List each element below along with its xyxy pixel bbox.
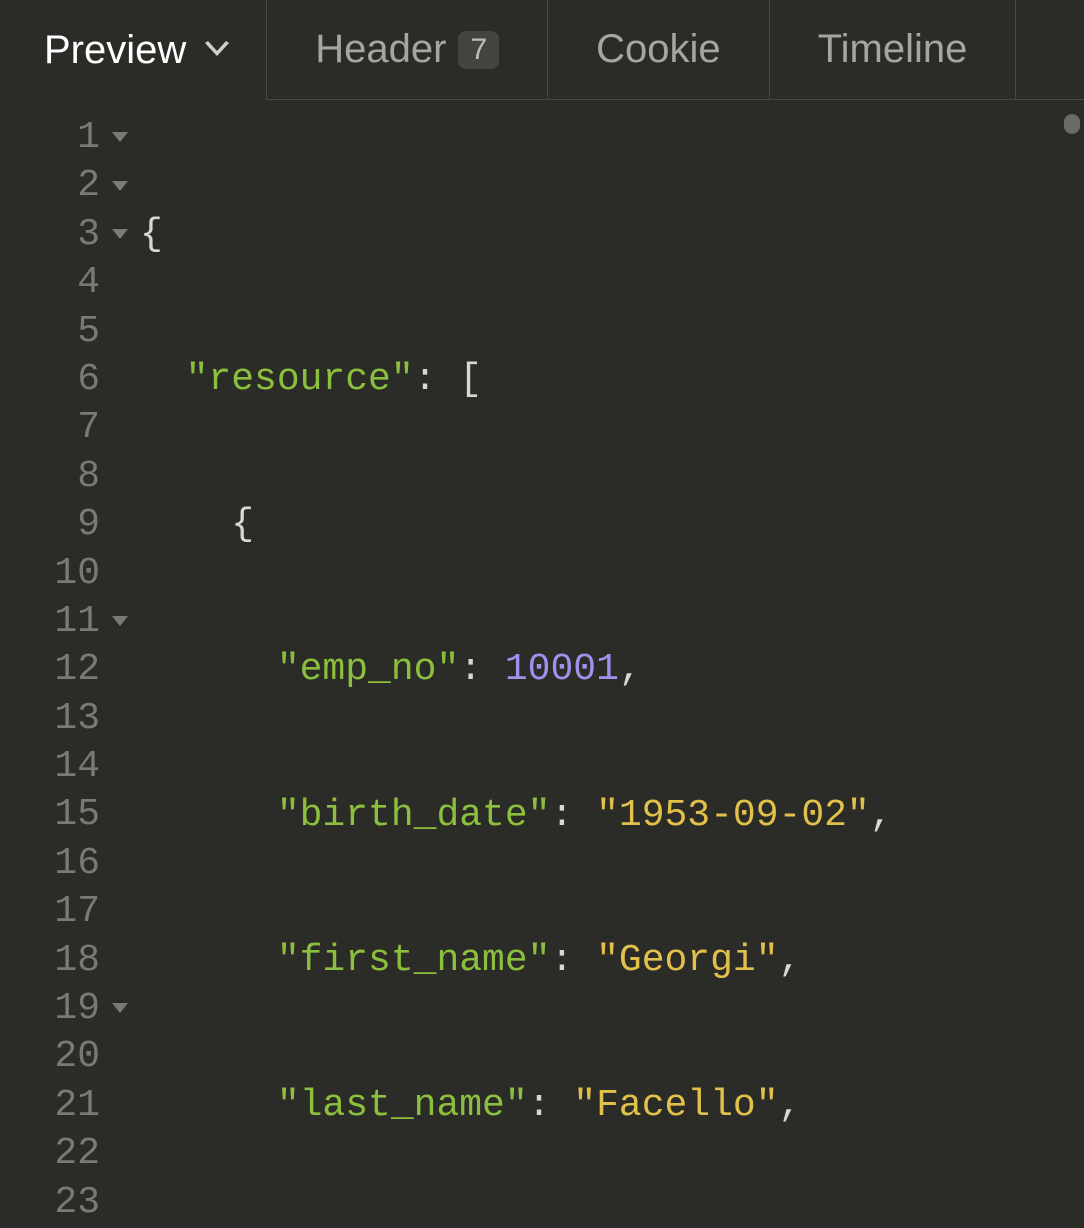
line-number: 7 (44, 404, 100, 452)
line-number: 9 (44, 501, 100, 549)
scrollbar-thumb[interactable] (1064, 114, 1080, 134)
tab-label: Preview (44, 28, 186, 73)
code-line: "emp_no": 10001, (140, 646, 1084, 694)
gutter-row[interactable]: 14 (0, 743, 140, 791)
line-number: 16 (44, 840, 100, 888)
line-number: 23 (44, 1179, 100, 1227)
gutter-row[interactable]: 10 (0, 550, 140, 598)
fold-toggle-icon[interactable] (106, 228, 134, 242)
gutter-row[interactable]: 8 (0, 453, 140, 501)
line-number: 4 (44, 259, 100, 307)
tab-preview[interactable]: Preview (0, 0, 267, 100)
code-line: "birth_date": "1953-09-02", (140, 792, 1084, 840)
tab-bar: Preview Header 7 Cookie Timeline (0, 0, 1084, 100)
gutter-row[interactable]: 1 (0, 114, 140, 162)
fold-toggle-icon[interactable] (106, 180, 134, 194)
gutter-row[interactable]: 22 (0, 1130, 140, 1178)
fold-toggle-icon[interactable] (106, 1002, 134, 1016)
line-number: 14 (44, 743, 100, 791)
gutter-row[interactable]: 20 (0, 1033, 140, 1081)
gutter-row[interactable]: 16 (0, 840, 140, 888)
code-line: "resource": [ (140, 356, 1084, 404)
line-number: 20 (44, 1033, 100, 1081)
fold-toggle-icon[interactable] (106, 615, 134, 629)
gutter-row[interactable]: 19 (0, 985, 140, 1033)
line-gutter: 1 2 3 4 5 6 7 8 9 10 11 12 13 14 15 16 1… (0, 114, 140, 1228)
line-number: 19 (44, 985, 100, 1033)
gutter-row[interactable]: 15 (0, 791, 140, 839)
line-number: 21 (44, 1082, 100, 1130)
tab-bar-filler (1016, 0, 1084, 100)
line-number: 22 (44, 1130, 100, 1178)
gutter-row[interactable]: 21 (0, 1082, 140, 1130)
scrollbar-track[interactable] (1060, 100, 1084, 1228)
gutter-row[interactable]: 9 (0, 501, 140, 549)
gutter-row[interactable]: 12 (0, 646, 140, 694)
code-line: "last_name": "Facello", (140, 1082, 1084, 1130)
gutter-row[interactable]: 3 (0, 211, 140, 259)
line-number: 13 (44, 695, 100, 743)
gutter-row[interactable]: 4 (0, 259, 140, 307)
gutter-row[interactable]: 5 (0, 308, 140, 356)
line-number: 3 (44, 211, 100, 259)
line-number: 12 (44, 646, 100, 694)
tab-timeline[interactable]: Timeline (770, 0, 1017, 100)
line-number: 11 (44, 598, 100, 646)
header-count-badge: 7 (458, 31, 499, 69)
chevron-down-icon (204, 41, 230, 59)
line-number: 17 (44, 888, 100, 936)
code-line: { (140, 211, 1084, 259)
line-number: 2 (44, 162, 100, 210)
line-number: 1 (44, 114, 100, 162)
gutter-row[interactable]: 7 (0, 404, 140, 452)
line-number: 8 (44, 453, 100, 501)
json-editor: 1 2 3 4 5 6 7 8 9 10 11 12 13 14 15 16 1… (0, 100, 1084, 1228)
tab-cookie[interactable]: Cookie (548, 0, 770, 100)
gutter-row[interactable]: 6 (0, 356, 140, 404)
code-line: "first_name": "Georgi", (140, 937, 1084, 985)
line-number: 18 (44, 937, 100, 985)
line-number: 6 (44, 356, 100, 404)
fold-toggle-icon[interactable] (106, 131, 134, 145)
gutter-row[interactable]: 11 (0, 598, 140, 646)
tab-label: Header (315, 27, 446, 72)
code-area[interactable]: { "resource": [ { "emp_no": 10001, "birt… (140, 114, 1084, 1228)
line-number: 10 (44, 550, 100, 598)
tab-header[interactable]: Header 7 (267, 0, 548, 100)
tab-label: Timeline (818, 27, 968, 72)
line-number: 5 (44, 308, 100, 356)
line-number: 15 (44, 791, 100, 839)
tab-label: Cookie (596, 27, 721, 72)
gutter-row[interactable]: 17 (0, 888, 140, 936)
gutter-row[interactable]: 18 (0, 937, 140, 985)
gutter-row[interactable]: 13 (0, 695, 140, 743)
gutter-row[interactable]: 23 (0, 1179, 140, 1227)
gutter-row[interactable]: 2 (0, 162, 140, 210)
code-line: { (140, 501, 1084, 549)
